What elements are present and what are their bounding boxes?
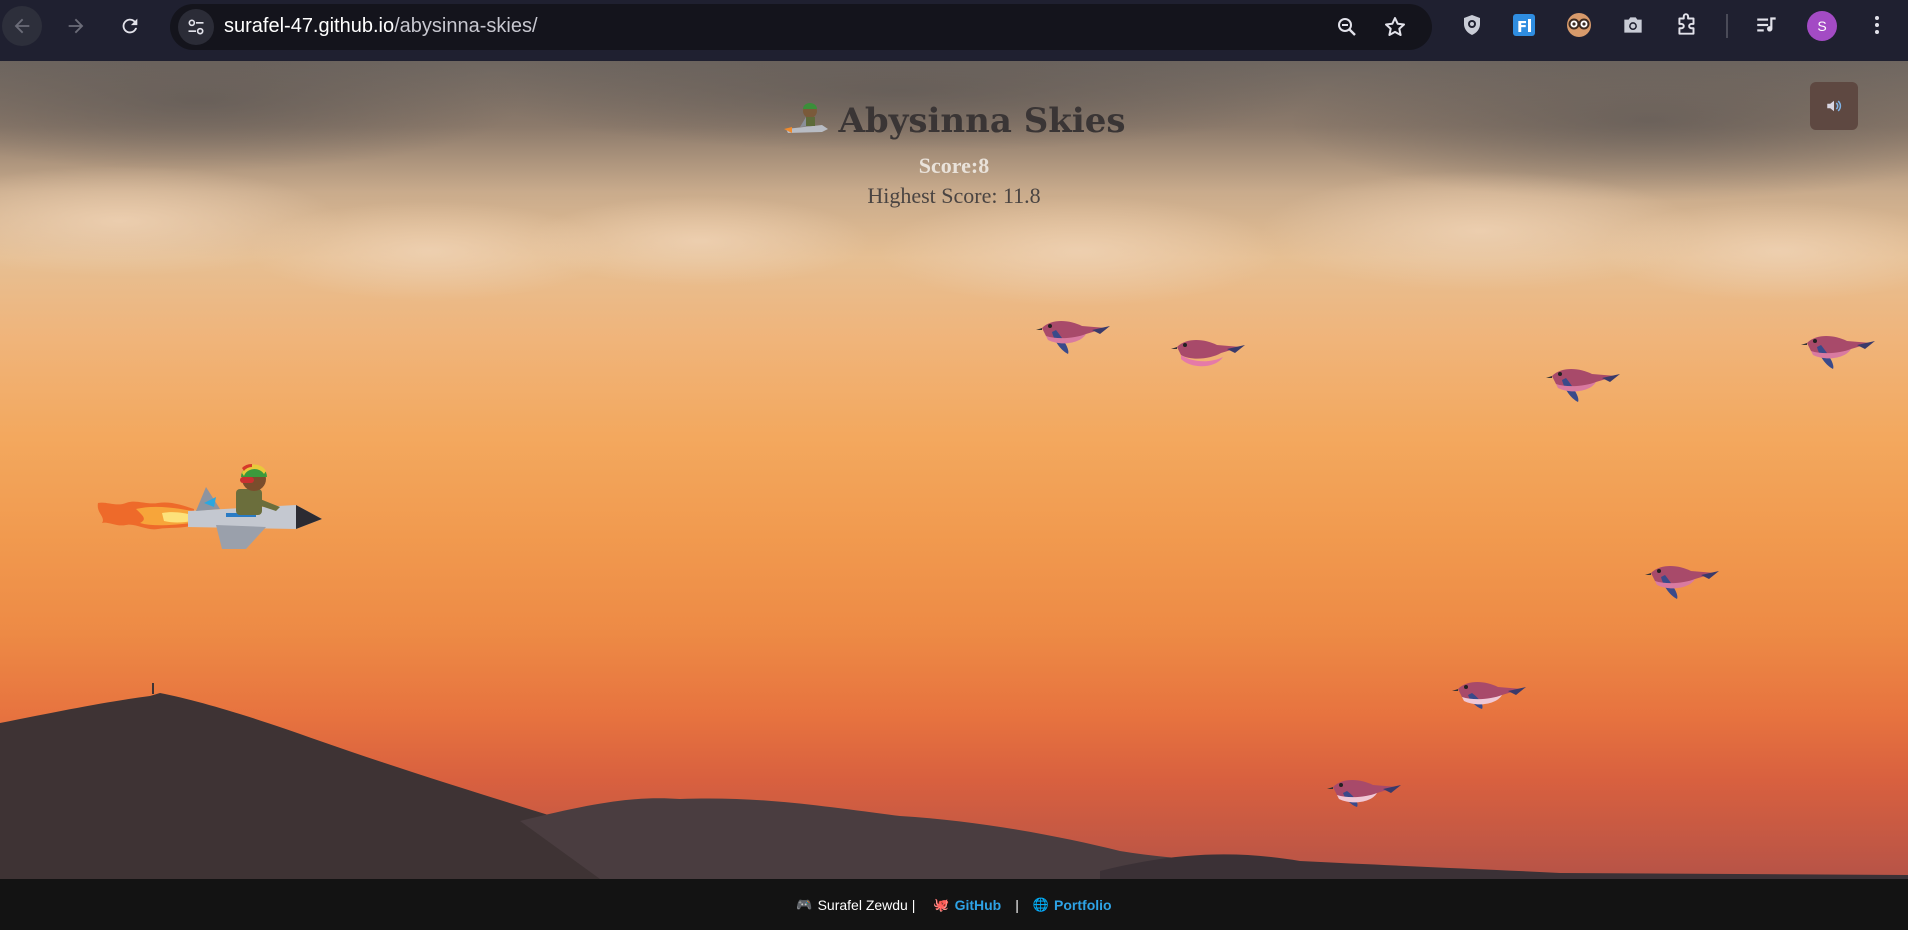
back-icon — [14, 18, 30, 34]
score-value: 8 — [978, 153, 990, 178]
bird-enemy — [1546, 369, 1620, 402]
more-menu-icon — [1875, 16, 1879, 34]
translate-extension-button[interactable]: F — [1510, 10, 1540, 40]
media-controls-button[interactable] — [1752, 10, 1782, 40]
bird-enemy — [1327, 780, 1401, 807]
footer-separator: | — [1015, 896, 1019, 913]
shield-extension-icon — [1464, 15, 1480, 35]
globe-icon: 🌐 — [1032, 896, 1050, 912]
reload-button[interactable] — [110, 6, 150, 46]
score-display: Score:8 — [0, 153, 1908, 179]
profile-avatar[interactable]: S — [1807, 11, 1837, 41]
player-jet[interactable] — [96, 463, 326, 563]
game-title: Abysinna Skies — [838, 101, 1126, 141]
page-footer: 🎮 Surafel Zewdu | 🐙 GitHub | 🌐 Portfolio — [0, 879, 1908, 930]
url-path: /abysinna-skies/ — [394, 15, 538, 37]
highscore-display: Highest Score: 11.8 — [0, 183, 1908, 209]
address-bar[interactable]: surafel-47.github.io/abysinna-skies/ — [170, 4, 1432, 50]
url-text[interactable]: surafel-47.github.io/abysinna-skies/ — [224, 15, 538, 38]
bird-enemy — [1036, 321, 1110, 354]
camera-extension-icon — [1624, 17, 1642, 33]
svg-text:F: F — [1517, 18, 1527, 36]
game-canvas[interactable]: Abysinna Skies Score:8 Highest Score: 11… — [0, 61, 1908, 879]
sound-toggle-button[interactable] — [1810, 82, 1858, 130]
media-controls-icon — [1757, 17, 1776, 32]
translate-extension-icon: F — [1513, 14, 1535, 36]
bird-enemy — [1645, 566, 1719, 599]
portfolio-link[interactable]: Portfolio — [1054, 897, 1112, 913]
forward-icon — [68, 18, 84, 34]
pilot-jet-icon — [784, 103, 829, 133]
reload-icon — [122, 18, 138, 34]
speaker-icon — [1827, 100, 1842, 112]
forward-button[interactable] — [56, 6, 96, 46]
browser-toolbar: surafel-47.github.io/abysinna-skies/ F S — [0, 0, 1908, 61]
back-button[interactable] — [2, 6, 42, 46]
highscore-value: 11.8 — [1002, 183, 1041, 208]
extensions-button[interactable] — [1672, 10, 1702, 40]
bird-enemy — [1452, 682, 1526, 709]
camera-extension-button[interactable] — [1618, 10, 1648, 40]
bookmark-star-icon — [1385, 17, 1405, 36]
bird-enemy — [1171, 340, 1245, 367]
gamepad-icon: 🎮 — [796, 896, 813, 912]
octopus-icon: 🐙 — [933, 896, 950, 912]
zoom-button[interactable] — [1334, 14, 1360, 40]
site-settings-button[interactable] — [178, 9, 214, 45]
more-menu-button[interactable] — [1862, 10, 1892, 40]
shield-extension-button[interactable] — [1457, 10, 1487, 40]
extensions-puzzle-icon — [1678, 13, 1695, 35]
glasses-extension-icon — [1567, 13, 1591, 37]
score-label: Score: — [918, 153, 979, 178]
bookmark-button[interactable] — [1382, 14, 1408, 40]
site-settings-icon — [188, 19, 204, 35]
toolbar-divider — [1726, 14, 1728, 38]
author-name: Surafel Zewdu | — [817, 896, 916, 913]
bird-enemy — [1801, 336, 1875, 369]
highscore-label: Highest Score: — [867, 183, 998, 208]
url-host: surafel-47.github.io — [224, 15, 395, 37]
zoom-icon — [1338, 18, 1356, 36]
github-link[interactable]: GitHub — [955, 897, 1002, 913]
glasses-extension-button[interactable] — [1564, 10, 1594, 40]
game-header: Abysinna Skies — [0, 99, 1908, 143]
